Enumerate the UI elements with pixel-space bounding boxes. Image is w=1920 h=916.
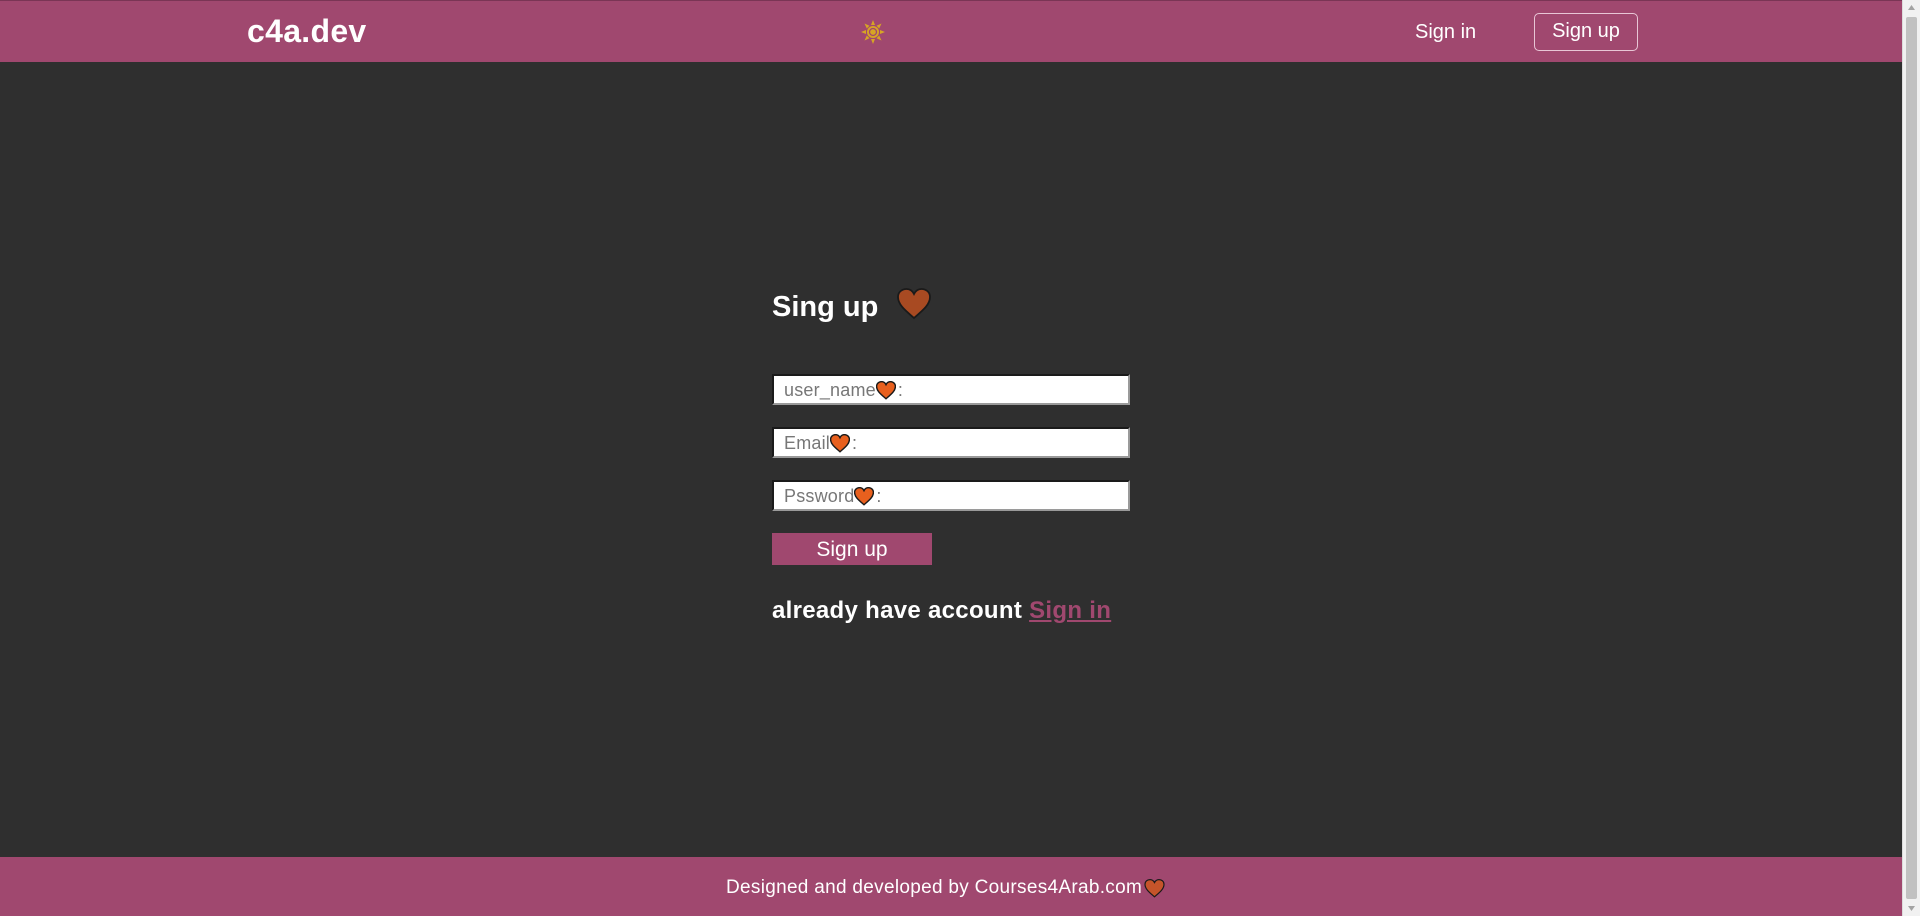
signin-link[interactable]: Sign in <box>1029 597 1111 624</box>
top-navbar: c4a.dev Sign in Sign up <box>0 0 1902 62</box>
footer-credit: Designed and developed by Courses4Arab.c… <box>726 877 1165 899</box>
password-field[interactable]: Pssword : <box>772 480 1130 511</box>
already-account-label: already have account <box>772 597 1023 624</box>
nav-signup-button[interactable]: Sign up <box>1534 13 1638 51</box>
heart-icon <box>897 288 931 320</box>
form-title: Sing up <box>772 291 879 323</box>
email-input[interactable] <box>774 429 1128 456</box>
password-input[interactable] <box>774 482 1128 509</box>
scroll-up-arrow-icon[interactable] <box>1903 0 1920 17</box>
scrollbar-thumb[interactable] <box>1906 17 1917 899</box>
email-field[interactable]: Email : <box>772 427 1130 458</box>
sun-icon <box>861 20 885 44</box>
username-input[interactable] <box>774 376 1128 403</box>
theme-toggle-button[interactable] <box>861 20 885 44</box>
vertical-scrollbar[interactable] <box>1902 0 1920 916</box>
signup-submit-button[interactable]: Sign up <box>772 533 932 565</box>
footer: Designed and developed by Courses4Arab.c… <box>0 857 1902 916</box>
page: c4a.dev Sign in Sign up Sing up user_nam… <box>0 0 1920 916</box>
heart-icon <box>1144 878 1165 898</box>
page-main: c4a.dev Sign in Sign up Sing up user_nam… <box>0 0 1902 916</box>
brand-logo-link[interactable]: c4a.dev <box>247 13 367 50</box>
scroll-down-arrow-icon[interactable] <box>1903 899 1920 916</box>
already-account-text: already have account Sign in <box>772 597 1111 625</box>
username-field[interactable]: user_name : <box>772 374 1130 405</box>
footer-text: Designed and developed by Courses4Arab.c… <box>726 877 1143 898</box>
nav-signin-link[interactable]: Sign in <box>1415 21 1476 44</box>
